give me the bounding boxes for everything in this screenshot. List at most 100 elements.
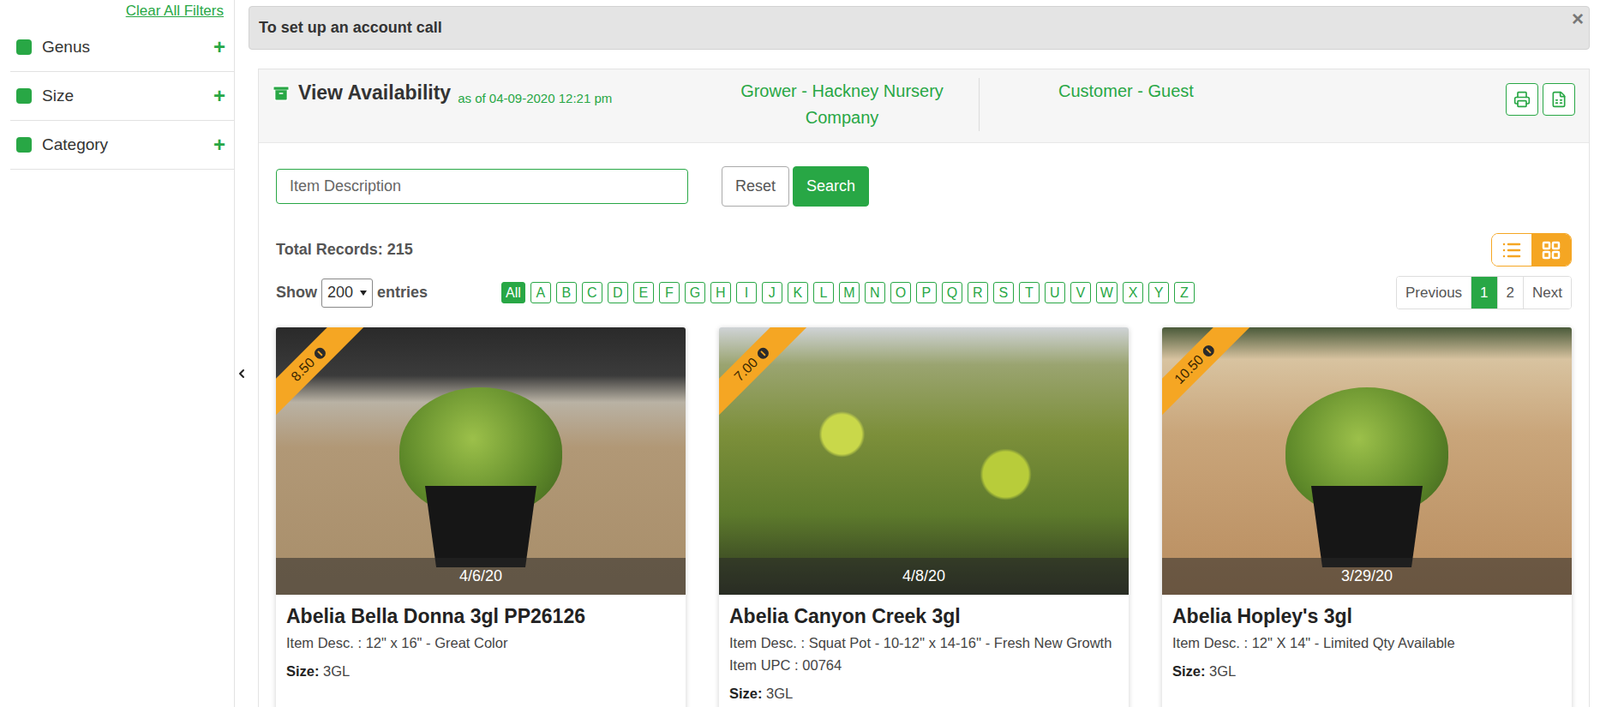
photo-date: 3/29/20 <box>1162 557 1572 595</box>
page: Clear All Filters Genus + Size + Category+ To … <box>0 0 1600 707</box>
collapse-button[interactable] <box>234 366 249 381</box>
letter-button[interactable]: R <box>967 281 989 304</box>
letter-button[interactable]: K <box>787 281 809 304</box>
info-icon <box>1200 342 1217 359</box>
letter-button[interactable]: J <box>761 281 783 304</box>
price: 10.50 <box>1171 352 1207 388</box>
search-button[interactable]: Search <box>792 166 869 207</box>
as-of-date: as of 04-09-2020 12:21 pm <box>457 90 612 106</box>
letter-button[interactable]: D <box>607 281 629 304</box>
card-body: Abelia Canyon Creek 3glItem Desc. : Squa… <box>719 594 1129 707</box>
filter-item[interactable]: Category+ <box>10 120 234 170</box>
sidebar-gutter <box>234 0 249 707</box>
search-input[interactable] <box>275 168 689 204</box>
print-button[interactable] <box>1505 83 1539 116</box>
letter-button[interactable]: M <box>838 281 860 304</box>
letter-button[interactable]: V <box>1070 281 1091 304</box>
product-detail: Item Desc. : Squat Pot - 10-12'' x 14-16… <box>729 631 1119 654</box>
total-records: Total Records:215 <box>275 240 414 259</box>
letter-button[interactable]: U <box>1044 281 1066 304</box>
next-button[interactable]: Next <box>1522 276 1571 309</box>
grower-name: Grower - Hackney Nursery Company <box>705 77 980 132</box>
price-ribbon: 10.50 <box>1162 327 1257 422</box>
letter-button[interactable]: N <box>864 281 886 304</box>
product-size: Size: 3GL <box>1172 663 1562 680</box>
availability-panel: View Availabilityas of 04-09-2020 12:21 … <box>257 68 1590 707</box>
product-detail: Item Desc. : 12" X 14" - Limited Qty Ava… <box>1172 631 1562 654</box>
letter-button[interactable]: G <box>684 281 706 304</box>
expand-icon: + <box>213 85 226 107</box>
show-label: Show <box>275 283 318 302</box>
filter-swatch <box>16 39 32 55</box>
view-button[interactable] <box>1531 233 1571 266</box>
letter-button[interactable]: W <box>1096 281 1118 304</box>
previous-button[interactable]: Previous <box>1396 276 1471 309</box>
entries-select[interactable]: 200 <box>321 278 373 308</box>
letter-button[interactable]: Q <box>941 281 963 304</box>
controls-row: Show200entries AllABCDEFGHIJKLMNOPQRSTUVW… <box>275 275 1572 310</box>
header-actions <box>1505 77 1576 116</box>
info-icon <box>311 345 328 361</box>
product-title: Abelia Bella Donna 3gl PP26126 <box>286 605 676 629</box>
expand-icon: + <box>213 36 226 58</box>
spreadsheet-icon <box>1550 90 1568 108</box>
letter-button[interactable]: F <box>659 281 680 304</box>
pot <box>1311 485 1423 568</box>
letter-button[interactable]: All <box>501 281 526 304</box>
letter-button[interactable]: Y <box>1148 281 1169 304</box>
product-grid: 8.504/6/20Abelia Bella Donna 3gl PP26126… <box>275 327 1572 707</box>
product-size: Size: 3GL <box>286 663 676 680</box>
view-button[interactable] <box>1492 233 1532 266</box>
filter-sidebar: Clear All Filters Genus + Size + Category+ <box>0 0 235 707</box>
letter-button[interactable]: E <box>633 281 654 304</box>
clear-filters-link[interactable]: Clear All Filters <box>125 2 224 20</box>
pagination: Previous12Next <box>1396 275 1572 310</box>
reset-button[interactable]: Reset <box>721 166 790 207</box>
letter-button[interactable]: L <box>813 281 834 304</box>
filter-item[interactable]: Size + <box>10 71 234 121</box>
info-row: Total Records:215 <box>275 233 1572 267</box>
letter-button[interactable]: Z <box>1174 281 1195 304</box>
customer-name: Customer - Guest <box>979 77 1506 105</box>
account-alert: To set up an account call × <box>248 5 1590 50</box>
main: To set up an account call × View Availabil… <box>248 0 1600 707</box>
dropdown-icon <box>359 290 367 296</box>
alert-text: To set up an account call <box>258 18 443 37</box>
printer-icon <box>1513 90 1531 108</box>
letter-button[interactable]: O <box>890 281 911 304</box>
title-block: View Availabilityas of 04-09-2020 12:21 … <box>271 77 706 106</box>
price-ribbon: 8.50 <box>275 327 371 422</box>
letter-button[interactable]: S <box>993 281 1014 304</box>
letter-button[interactable]: I <box>736 281 757 304</box>
letter-button[interactable]: C <box>581 281 603 304</box>
letter-button[interactable]: T <box>1018 281 1040 304</box>
photo-date: 4/8/20 <box>719 557 1129 595</box>
close-button[interactable]: × <box>1571 6 1584 30</box>
filter-label: Size <box>41 86 204 106</box>
product-size: Size: 3GL <box>729 685 1119 702</box>
letter-button[interactable]: H <box>710 281 732 304</box>
product-photo: 7.004/8/20 <box>719 327 1129 595</box>
product-title: Abelia Hopley's 3gl <box>1172 605 1562 629</box>
product-card[interactable]: 7.004/8/20Abelia Canyon Creek 3glItem De… <box>719 327 1129 707</box>
card-body: Abelia Bella Donna 3gl PP26126Item Desc.… <box>275 594 686 697</box>
page-button[interactable]: 1 <box>1470 276 1497 309</box>
archive-icon <box>271 83 291 103</box>
product-detail: Item Desc. : 12" x 16" - Great Color <box>286 631 676 654</box>
letter-button[interactable]: A <box>530 281 552 304</box>
letter-button[interactable]: P <box>916 281 937 304</box>
page-button[interactable]: 2 <box>1497 276 1523 309</box>
filter-swatch <box>16 137 32 153</box>
product-card[interactable]: 8.504/6/20Abelia Bella Donna 3gl PP26126… <box>275 327 686 707</box>
product-card[interactable]: 10.50 3/29/20 Abelia Hopley's 3glItem Desc… <box>1162 327 1572 707</box>
excel-button[interactable] <box>1542 83 1576 116</box>
product-title: Abelia Canyon Creek 3gl <box>729 605 1119 629</box>
letter-button[interactable]: B <box>556 281 577 304</box>
filter-label: Genus <box>41 37 204 57</box>
letter-button[interactable]: X <box>1122 281 1144 304</box>
filter-item[interactable]: Genus + <box>10 23 234 72</box>
panel-body: ResetSearch Total Records:215 Show200entri… <box>258 143 1589 707</box>
price: 8.50 <box>287 354 318 385</box>
photo-date: 4/6/20 <box>275 557 686 595</box>
entries-label: entries <box>377 283 428 302</box>
